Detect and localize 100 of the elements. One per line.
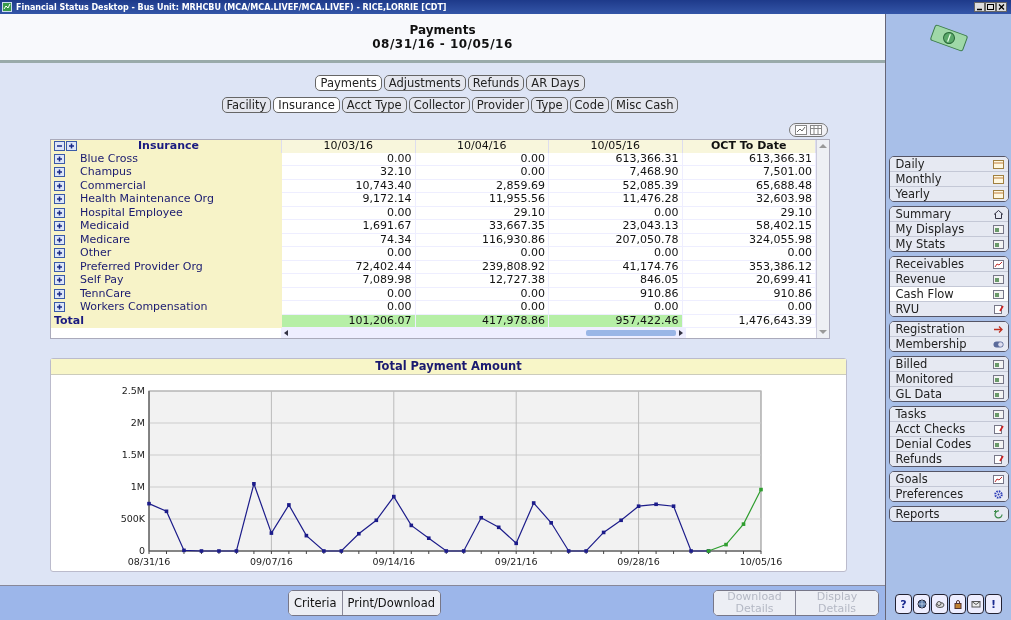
table-cell: 72,402.44 [281, 260, 415, 274]
measure-tab[interactable]: Adjustments [383, 75, 466, 91]
expand-icon[interactable] [54, 261, 65, 272]
sidebar-item[interactable]: Cash Flow [889, 287, 1008, 302]
sidebar-item[interactable]: My Displays [889, 222, 1008, 237]
expand-icon[interactable] [54, 221, 65, 232]
sidebar-item[interactable]: Receivables [889, 257, 1008, 272]
row-label: Other [80, 247, 112, 260]
window-icon [992, 409, 1004, 419]
sidebar-item[interactable]: Registration [889, 322, 1008, 337]
sidebar-item[interactable]: Yearly [889, 187, 1008, 201]
mail-button[interactable] [967, 594, 984, 614]
expand-icon[interactable] [54, 302, 65, 313]
collapse-all-icon[interactable] [54, 141, 65, 152]
sidebar-item[interactable]: Refunds [889, 452, 1008, 466]
minimize-icon[interactable] [974, 2, 985, 12]
expand-all-icon[interactable] [66, 141, 77, 152]
table-cell: 9,172.14 [281, 192, 415, 206]
y-tick-label: 2M [130, 417, 145, 428]
measure-tab[interactable]: Payments [315, 75, 382, 91]
cloud-button[interactable] [931, 594, 948, 614]
measure-tab[interactable]: AR Days [526, 75, 585, 91]
action-button[interactable]: Criteria [289, 591, 343, 615]
x-tick-label: 10/05/16 [739, 556, 783, 567]
sidebar-item[interactable]: GL Data [889, 387, 1008, 401]
sidebar-item[interactable]: Monthly [889, 172, 1008, 187]
data-point [269, 531, 274, 535]
expand-icon[interactable] [54, 154, 65, 164]
table-cell: 324,055.98 [682, 233, 816, 247]
measure-tab[interactable]: Refunds [467, 75, 525, 91]
data-point [741, 522, 746, 526]
x-tick-label: 09/14/16 [372, 556, 416, 567]
sidebar-item[interactable]: Preferences [889, 487, 1008, 501]
scroll-thumb[interactable] [586, 330, 676, 336]
group-tab[interactable]: Code [569, 97, 610, 113]
table-cell: 0.00 [415, 287, 549, 301]
y-tick-label: 1.5M [121, 449, 145, 460]
sidebar-item[interactable]: Monitored [889, 372, 1008, 387]
group-tab[interactable]: Acct Type [341, 97, 407, 113]
row-label: Medicare [80, 233, 131, 246]
expand-icon[interactable] [54, 180, 65, 191]
x-tick-label: 08/31/16 [127, 556, 171, 567]
data-point [619, 518, 623, 523]
alert-button[interactable]: ! [985, 594, 1002, 614]
sidebar-item[interactable]: My Stats [889, 237, 1008, 251]
table-cell: 65,688.48 [682, 179, 816, 193]
sidebar-item[interactable]: Denial Codes [889, 437, 1008, 452]
calendar-icon [992, 174, 1004, 184]
window-icon [992, 359, 1004, 369]
data-point [217, 549, 221, 553]
table-cell: 0.00 [281, 246, 415, 260]
group-tab[interactable]: Collector [408, 97, 470, 113]
group-tab[interactable]: Provider [471, 97, 530, 113]
lock-button[interactable] [949, 594, 966, 614]
close-icon[interactable] [996, 2, 1007, 12]
sidebar-item[interactable]: Revenue [889, 272, 1008, 287]
group-tab[interactable]: Facility [221, 97, 272, 113]
sidebar-item[interactable]: Membership [889, 337, 1008, 351]
expand-icon[interactable] [54, 275, 65, 286]
horizontal-scrollbar[interactable] [281, 328, 686, 338]
data-point [689, 549, 693, 553]
sidebar-item[interactable]: Daily [889, 157, 1008, 172]
action-button[interactable]: Print/Download [342, 591, 440, 615]
expand-icon[interactable] [54, 194, 65, 205]
maximize-icon[interactable] [985, 2, 996, 12]
table-cell: 0.00 [682, 300, 816, 314]
sidebar-item[interactable]: Acct Checks [889, 422, 1008, 437]
data-point [514, 541, 518, 546]
row-label: Workers Compensation [80, 301, 208, 314]
calendar-icon [992, 189, 1004, 199]
chart-view-button[interactable] [794, 124, 808, 136]
document-icon [992, 454, 1004, 464]
expand-icon[interactable] [54, 288, 65, 299]
table-cell: 1,691.67 [281, 219, 415, 233]
expand-icon[interactable] [54, 248, 65, 259]
window-icon [992, 389, 1004, 399]
expand-icon[interactable] [54, 167, 65, 178]
window-icon [992, 439, 1004, 449]
sidebar-item[interactable]: Goals [889, 472, 1008, 487]
total-label: Total [51, 314, 282, 328]
table-view-button[interactable] [809, 124, 823, 136]
sidebar-item[interactable]: Reports [889, 507, 1008, 521]
sidebar-item[interactable]: RVU [889, 302, 1008, 316]
sidebar-item[interactable]: Summary [889, 207, 1008, 222]
group-tab[interactable]: Type [531, 97, 568, 113]
window-icon [992, 374, 1004, 384]
sidebar-item[interactable]: Billed [889, 357, 1008, 372]
expand-icon[interactable] [54, 207, 65, 218]
group-tab[interactable]: Misc Cash [611, 97, 679, 113]
table-cell: 207,050.78 [548, 233, 682, 247]
column-header: 10/03/16 [281, 140, 415, 153]
data-point [584, 549, 588, 553]
group-tab[interactable]: Insurance [273, 97, 340, 113]
toggle-icon [992, 339, 1004, 349]
help-button[interactable]: ? [895, 594, 912, 614]
table-cell: 0.00 [548, 206, 682, 220]
data-point [199, 549, 204, 553]
sidebar-item[interactable]: Tasks [889, 407, 1008, 422]
expand-icon[interactable] [54, 234, 65, 245]
globe-button[interactable] [913, 594, 930, 614]
